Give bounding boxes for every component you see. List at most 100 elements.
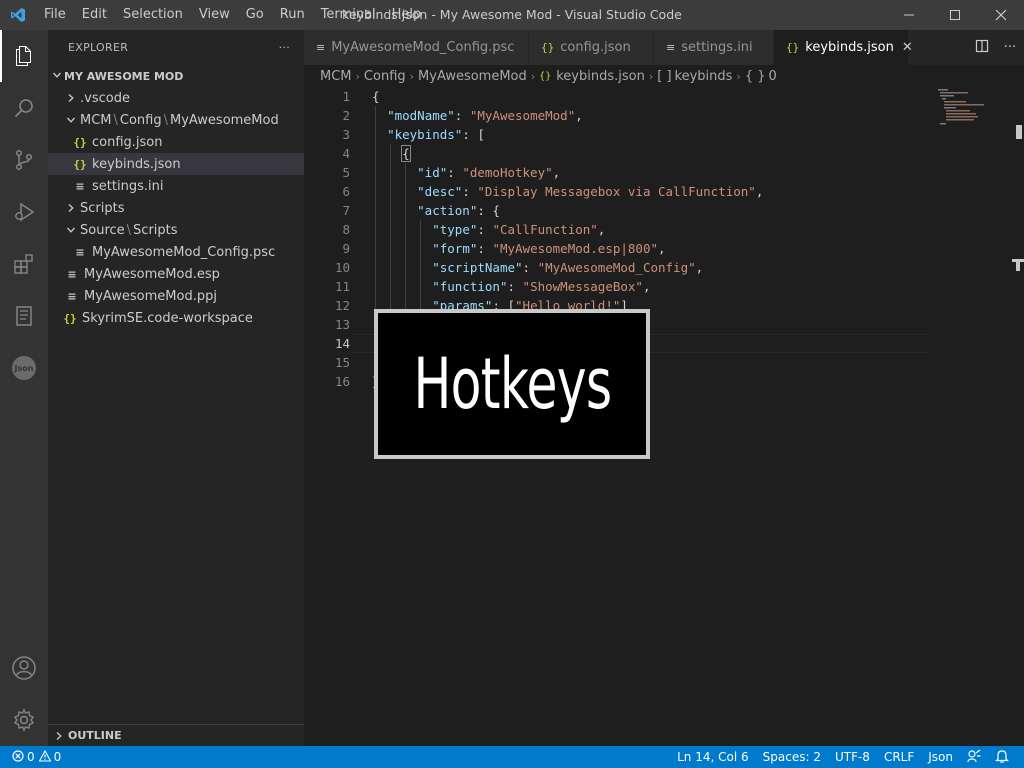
caption-text: Hotkeys — [413, 343, 612, 425]
json-icon[interactable]: Json — [0, 342, 48, 394]
maximize-button[interactable] — [932, 0, 978, 30]
menu-run[interactable]: Run — [272, 0, 313, 30]
problems-indicator[interactable]: 0 0 — [0, 749, 61, 765]
tree-label: keybinds.json — [92, 156, 181, 172]
line-number: 11 — [334, 279, 350, 294]
tab-config-psc[interactable]: ≡ MyAwesomeMod_Config.psc — [304, 30, 529, 65]
tree-file-workspace[interactable]: {} SkyrimSE.code-workspace — [48, 307, 304, 329]
scrollbar-marker — [1016, 259, 1020, 271]
code-line: "modName": "MyAwesomeMod", — [372, 106, 924, 125]
scrollbar-thumb[interactable] — [1016, 125, 1022, 139]
code-line: "id": "demoHotkey", — [372, 163, 924, 182]
split-editor-icon[interactable] — [968, 39, 996, 57]
tree-file-keybinds-json[interactable]: {} keybinds.json — [48, 153, 304, 175]
tab-settings-ini[interactable]: ≡ settings.ini — [654, 30, 774, 65]
breadcrumb-item[interactable]: [ ] keybinds — [657, 69, 732, 84]
line-number: 4 — [342, 146, 350, 161]
settings-gear-icon[interactable] — [0, 694, 48, 746]
close-tab-icon[interactable]: ✕ — [902, 40, 913, 55]
lines-file-icon: ≡ — [316, 41, 326, 54]
line-endings[interactable]: CRLF — [877, 750, 921, 764]
tab-label: MyAwesomeMod_Config.psc — [331, 40, 515, 55]
code-line: { — [372, 89, 380, 104]
menu-go[interactable]: Go — [238, 0, 272, 30]
run-debug-icon[interactable] — [0, 186, 48, 238]
chevron-right-icon: › — [530, 69, 536, 83]
tree-folder-mcm-config[interactable]: MCM \ Config \ MyAwesomeMod — [48, 109, 304, 131]
error-icon — [12, 749, 24, 765]
line-number: 13 — [334, 317, 350, 332]
breadcrumb-item[interactable]: MCM — [320, 69, 352, 84]
workspace-root[interactable]: MY AWESOME MOD — [48, 65, 304, 87]
error-count: 0 — [27, 750, 35, 764]
account-icon[interactable] — [0, 642, 48, 694]
outline-section[interactable]: OUTLINE — [48, 724, 304, 746]
lines-file-icon: ≡ — [666, 41, 676, 54]
explorer-icon[interactable] — [0, 30, 48, 82]
lines-file-icon: ≡ — [67, 267, 77, 281]
tree-label: MyAwesomeMod_Config.psc — [92, 244, 276, 260]
menu-selection[interactable]: Selection — [115, 0, 191, 30]
explorer-sidebar: EXPLORER ··· MY AWESOME MOD .vscode MCM \… — [48, 30, 304, 746]
tab-label: settings.ini — [681, 40, 753, 55]
search-icon[interactable] — [0, 82, 48, 134]
tree-folder-vscode[interactable]: .vscode — [48, 87, 304, 109]
tree-folder-source-scripts[interactable]: Source \ Scripts — [48, 219, 304, 241]
line-number: 12 — [334, 298, 350, 313]
code-line: { — [372, 144, 924, 163]
chevron-right-icon — [52, 731, 66, 741]
source-control-icon[interactable] — [0, 134, 48, 186]
menu-file[interactable]: File — [36, 0, 74, 30]
tree-file-ppj[interactable]: ≡ MyAwesomeMod.ppj — [48, 285, 304, 307]
close-window-button[interactable] — [978, 0, 1024, 30]
language-mode[interactable]: Json — [921, 750, 960, 764]
json-braces-icon: {} — [63, 311, 77, 325]
extensions-icon[interactable] — [0, 238, 48, 290]
tree-file-settings-ini[interactable]: ≡ settings.ini — [48, 175, 304, 197]
tree-label: Source \ Scripts — [80, 222, 178, 238]
cursor-position[interactable]: Ln 14, Col 6 — [670, 750, 756, 764]
tab-keybinds-json[interactable]: {} keybinds.json ✕ — [774, 30, 913, 65]
more-editor-actions-button[interactable]: ··· — [996, 40, 1024, 55]
menu-terminal[interactable]: Terminal — [313, 0, 384, 30]
encoding[interactable]: UTF-8 — [828, 750, 877, 764]
feedback-icon[interactable] — [960, 749, 988, 766]
notebook-icon[interactable] — [0, 290, 48, 342]
json-braces-icon: {} — [73, 135, 87, 149]
line-number-current: 14 — [334, 336, 350, 351]
breadcrumb-item[interactable]: MyAwesomeMod — [418, 69, 527, 84]
tab-config-json[interactable]: {} config.json — [529, 30, 654, 65]
editor-tabs: ≡ MyAwesomeMod_Config.psc {} config.json… — [304, 30, 1024, 65]
minimize-button[interactable] — [886, 0, 932, 30]
minimap[interactable] — [936, 87, 1016, 127]
line-number: 16 — [334, 374, 350, 389]
more-actions-button[interactable]: ··· — [279, 41, 290, 54]
chevron-right-icon — [64, 93, 78, 103]
chevron-right-icon: › — [736, 69, 741, 83]
breadcrumb: MCM › Config › MyAwesomeMod › {} keybinds… — [304, 65, 1024, 87]
line-number: 15 — [334, 355, 350, 370]
lines-file-icon: ≡ — [67, 289, 77, 303]
breadcrumb-item[interactable]: { } 0 — [745, 69, 777, 84]
menu-help[interactable]: Help — [384, 0, 430, 30]
breadcrumb-item[interactable]: Config — [364, 69, 406, 84]
code-line: "function": "ShowMessageBox", — [372, 277, 924, 296]
line-number: 1 — [342, 89, 350, 104]
line-number: 8 — [342, 222, 350, 237]
menu-view[interactable]: View — [191, 0, 238, 30]
menu-edit[interactable]: Edit — [74, 0, 115, 30]
outline-label: OUTLINE — [68, 729, 122, 742]
chevron-right-icon: › — [409, 69, 415, 83]
tree-label: MCM \ Config \ MyAwesomeMod — [80, 112, 279, 128]
notifications-bell-icon[interactable] — [988, 749, 1016, 766]
code-line: "scriptName": "MyAwesomeMod_Config", — [372, 258, 924, 277]
tree-label: MyAwesomeMod.esp — [84, 266, 220, 282]
tree-file-config-psc[interactable]: ≡ MyAwesomeMod_Config.psc — [48, 241, 304, 263]
tree-folder-scripts[interactable]: Scripts — [48, 197, 304, 219]
tree-file-config-json[interactable]: {} config.json — [48, 131, 304, 153]
tree-file-esp[interactable]: ≡ MyAwesomeMod.esp — [48, 263, 304, 285]
breadcrumb-item[interactable]: {} keybinds.json — [539, 69, 645, 84]
chevron-down-icon — [64, 225, 78, 235]
title-bar: File Edit Selection View Go Run Terminal… — [0, 0, 1024, 30]
indentation[interactable]: Spaces: 2 — [756, 750, 828, 764]
